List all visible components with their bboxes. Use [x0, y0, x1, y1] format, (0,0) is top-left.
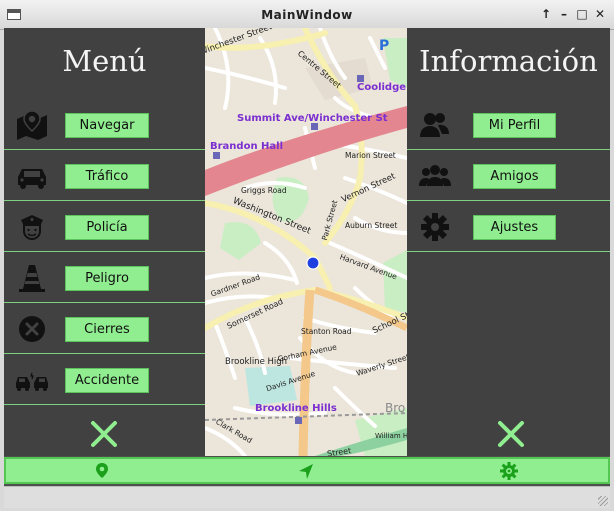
navegar-button[interactable]: Navegar [65, 113, 149, 138]
keep-above-icon[interactable]: ↑ [539, 7, 553, 21]
map-label: P [379, 38, 389, 54]
resize-grip[interactable] [598, 496, 608, 506]
map-label: Brandon Hall [210, 141, 283, 152]
info-row-ajustes: Ajustes [407, 202, 610, 252]
maximize-icon[interactable]: □ [575, 7, 589, 21]
close-x-icon[interactable] [89, 419, 119, 449]
map-label: Brookline High [225, 357, 287, 367]
menu-row-trafico: Tráfico [4, 151, 205, 201]
status-bar [4, 486, 610, 508]
car-crash-icon [16, 372, 48, 391]
menu-row-navegar: Navegar [4, 100, 205, 150]
gear-icon [421, 213, 449, 241]
bottom-toolbar [4, 457, 610, 484]
amigos-button[interactable]: Amigos [473, 164, 556, 189]
traffic-cone-icon [19, 265, 45, 292]
cierres-button[interactable]: Cierres [65, 317, 149, 342]
info-row-perfil: Mi Perfil [407, 100, 610, 150]
car-icon [18, 169, 46, 189]
menu-title: Menú [62, 44, 147, 78]
close-circle-icon [19, 316, 45, 342]
ajustes-button[interactable]: Ajustes [473, 215, 556, 240]
accidente-button[interactable]: Accidente [65, 368, 149, 393]
police-officer-icon [21, 215, 43, 241]
target-settings-icon[interactable] [499, 461, 519, 481]
info-panel: Información Mi Perfil Amigos Ajustes [407, 28, 610, 456]
info-row-amigos: Amigos [407, 151, 610, 201]
users-pair-icon [420, 113, 449, 137]
minimize-icon[interactable]: – [557, 7, 571, 21]
title-bar[interactable]: MainWindow ↑ – □ ✕ [0, 0, 614, 30]
menu-row-cierres: Cierres [4, 304, 205, 354]
map-label: Brookline Hills [255, 403, 337, 414]
map-label: Bro [385, 401, 405, 415]
map-label: Coolidge [357, 82, 406, 93]
mi-perfil-button[interactable]: Mi Perfil [473, 113, 556, 138]
peligro-button[interactable]: Peligro [65, 266, 149, 291]
map-label: Auburn Street [345, 221, 397, 230]
map-label: William H Lincoln [375, 432, 407, 440]
window-title: MainWindow [261, 8, 353, 22]
location-pin-icon[interactable] [92, 461, 112, 481]
menu-row-policia: Policía [4, 202, 205, 252]
info-title: Información [419, 44, 598, 78]
map-label: Marion Street [345, 151, 396, 160]
close-window-icon[interactable]: ✕ [593, 7, 607, 21]
close-x-icon[interactable] [496, 419, 526, 449]
menu-panel: Menú Navegar Tráfico Policía Peligro Cie… [4, 28, 205, 456]
menu-row-peligro: Peligro [4, 253, 205, 303]
map-label: Griggs Road [241, 186, 287, 195]
policia-button[interactable]: Policía [65, 215, 149, 240]
navigate-arrow-icon[interactable] [296, 461, 316, 481]
map-label: Stanton Road [301, 327, 352, 336]
main-window: Menú Navegar Tráfico Policía Peligro Cie… [4, 28, 610, 508]
map-canvas[interactable]: Winchester Street Centre Street P Coolid… [205, 28, 407, 456]
map-view[interactable]: Winchester Street Centre Street P Coolid… [205, 28, 407, 456]
map-label: Summit Ave/Winchester St [237, 113, 388, 124]
menu-row-accidente: Accidente [4, 355, 205, 405]
map-pin-icon [17, 110, 47, 140]
current-location-marker[interactable] [306, 256, 320, 270]
trafico-button[interactable]: Tráfico [65, 164, 149, 189]
group-icon [419, 165, 451, 186]
